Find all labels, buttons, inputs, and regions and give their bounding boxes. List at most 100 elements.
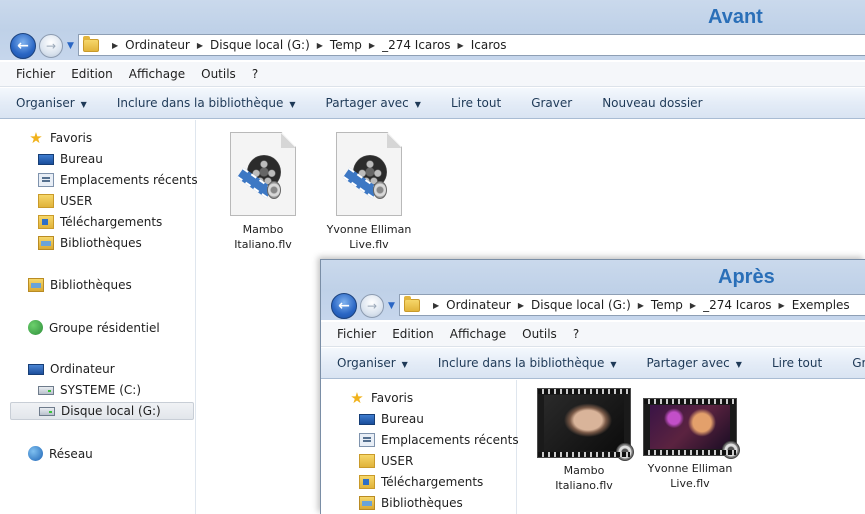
nav-label: USER <box>381 454 414 468</box>
nav-user[interactable]: USER <box>359 454 413 468</box>
user-folder-icon <box>359 454 375 468</box>
navigation-pane: ★ Favoris Bureau Emplacements récents USE… <box>0 120 198 514</box>
breadcrumb-274-icaros[interactable]: _274 Icaros <box>382 38 450 52</box>
menu-help[interactable]: ? <box>252 67 258 81</box>
drive-icon <box>38 385 54 395</box>
breadcrumb-ordinateur[interactable]: Ordinateur <box>125 38 190 52</box>
chevron-right-icon[interactable]: ▶ <box>779 301 785 310</box>
nav-favoris[interactable]: ★ Favoris <box>28 131 92 146</box>
nav-bureau[interactable]: Bureau <box>38 152 103 166</box>
user-folder-icon <box>38 194 54 208</box>
breadcrumb-temp[interactable]: Temp <box>651 298 683 312</box>
recent-places-icon <box>359 433 375 447</box>
chevron-right-icon[interactable]: ▶ <box>690 301 696 310</box>
video-file-icon <box>336 132 402 216</box>
menu-edition[interactable]: Edition <box>392 327 434 341</box>
nav-bibliotheques-favoris[interactable]: Bibliothèques <box>38 236 142 250</box>
breadcrumb-ordinateur[interactable]: Ordinateur <box>446 298 511 312</box>
burn-button[interactable]: Graver <box>852 356 865 370</box>
forward-button[interactable]: → <box>360 294 384 318</box>
chevron-right-icon[interactable]: ▶ <box>518 301 524 310</box>
nav-user[interactable]: USER <box>38 194 92 208</box>
drive-icon <box>39 406 55 416</box>
nav-bibliotheques[interactable]: Bibliothèques <box>28 278 132 292</box>
chevron-right-icon[interactable]: ▶ <box>433 301 439 310</box>
nav-label: Bibliothèques <box>50 278 132 292</box>
file-name-line: Live.flv <box>670 477 710 490</box>
navigation-buttons: ← → ▼ <box>10 33 74 59</box>
recent-pages-dropdown-icon[interactable]: ▼ <box>388 301 395 311</box>
nav-telechargements[interactable]: Téléchargements <box>38 215 162 229</box>
menu-outils[interactable]: Outils <box>522 327 557 341</box>
nav-bibliotheques-favoris[interactable]: Bibliothèques <box>359 496 463 510</box>
breadcrumb-274-icaros[interactable]: _274 Icaros <box>703 298 771 312</box>
recent-pages-dropdown-icon[interactable]: ▼ <box>67 41 74 51</box>
star-icon: ★ <box>350 389 364 407</box>
nav-systeme-c[interactable]: SYSTEME (C:) <box>38 383 141 397</box>
organiser-button[interactable]: Organiser ▼ <box>16 96 87 110</box>
menu-fichier[interactable]: Fichier <box>16 67 55 81</box>
file-item[interactable]: Mambo Italiano.flv <box>213 132 313 252</box>
share-label: Partager avec <box>325 96 409 110</box>
menu-help[interactable]: ? <box>573 327 579 341</box>
network-icon <box>28 446 43 461</box>
desktop-icon <box>359 413 375 425</box>
breadcrumb-temp[interactable]: Temp <box>330 38 362 52</box>
nav-emplacements-recents[interactable]: Emplacements récents <box>38 173 198 187</box>
new-folder-button[interactable]: Nouveau dossier <box>602 96 702 110</box>
menu-bar: Fichier Edition Affichage Outils ? <box>321 322 865 347</box>
navigation-buttons: ← → ▼ <box>331 293 395 319</box>
include-library-button[interactable]: Inclure dans la bibliothèque ▼ <box>117 96 296 110</box>
chevron-right-icon[interactable]: ▶ <box>369 41 375 50</box>
nav-label: Bibliothèques <box>381 496 463 510</box>
nav-emplacements-recents[interactable]: Emplacements récents <box>359 433 519 447</box>
file-item[interactable]: Mambo Italiano.flv <box>534 388 634 493</box>
chevron-right-icon[interactable]: ▶ <box>458 41 464 50</box>
chevron-right-icon[interactable]: ▶ <box>317 41 323 50</box>
chevron-right-icon[interactable]: ▶ <box>638 301 644 310</box>
back-arrow-icon: ← <box>17 38 29 54</box>
nav-bureau[interactable]: Bureau <box>359 412 424 426</box>
nav-groupe-residentiel[interactable]: Groupe résidentiel <box>28 320 160 335</box>
play-all-button[interactable]: Lire tout <box>772 356 822 370</box>
folder-icon <box>83 35 99 52</box>
back-button[interactable]: ← <box>10 33 36 59</box>
nav-ordinateur[interactable]: Ordinateur <box>28 362 115 376</box>
include-library-label: Inclure dans la bibliothèque <box>437 356 605 370</box>
file-name-line: Live.flv <box>349 238 389 251</box>
breadcrumb-icaros[interactable]: Icaros <box>471 38 507 52</box>
play-all-button[interactable]: Lire tout <box>451 96 501 110</box>
menu-fichier[interactable]: Fichier <box>337 327 376 341</box>
share-button[interactable]: Partager avec ▼ <box>647 356 742 370</box>
forward-button[interactable]: → <box>39 34 63 58</box>
nav-label: Ordinateur <box>50 362 115 376</box>
share-button[interactable]: Partager avec ▼ <box>326 96 421 110</box>
chevron-right-icon[interactable]: ▶ <box>197 41 203 50</box>
nav-favoris[interactable]: ★ Favoris <box>349 389 413 407</box>
breadcrumb-exemples[interactable]: Exemples <box>792 298 850 312</box>
video-file-icon <box>230 132 296 216</box>
downloads-icon <box>38 215 54 229</box>
back-button[interactable]: ← <box>331 293 357 319</box>
breadcrumb-disque-local[interactable]: Disque local (G:) <box>210 38 310 52</box>
nav-disque-local-g[interactable]: Disque local (G:) <box>10 402 194 420</box>
nav-telechargements[interactable]: Téléchargements <box>359 475 483 489</box>
file-item[interactable]: Yvonne Elliman Live.flv <box>319 132 419 252</box>
menu-edition[interactable]: Edition <box>71 67 113 81</box>
burn-button[interactable]: Graver <box>531 96 572 110</box>
video-badge-icon <box>722 441 740 459</box>
chevron-right-icon[interactable]: ▶ <box>112 41 118 50</box>
file-item[interactable]: Yvonne Elliman Live.flv <box>640 398 740 491</box>
file-name-line: Italiano.flv <box>234 238 292 251</box>
nav-label: Emplacements récents <box>381 433 519 447</box>
organiser-button[interactable]: Organiser ▼ <box>337 356 408 370</box>
nav-label: Bureau <box>381 412 424 426</box>
menu-outils[interactable]: Outils <box>201 67 236 81</box>
include-library-button[interactable]: Inclure dans la bibliothèque ▼ <box>438 356 617 370</box>
menu-affichage[interactable]: Affichage <box>450 327 506 341</box>
breadcrumb-disque-local[interactable]: Disque local (G:) <box>531 298 631 312</box>
address-bar[interactable]: ▶ Ordinateur ▶ Disque local (G:) ▶ Temp … <box>78 34 865 56</box>
nav-reseau[interactable]: Réseau <box>28 446 93 461</box>
menu-affichage[interactable]: Affichage <box>129 67 185 81</box>
address-bar[interactable]: ▶ Ordinateur ▶ Disque local (G:) ▶ Temp … <box>399 294 865 316</box>
